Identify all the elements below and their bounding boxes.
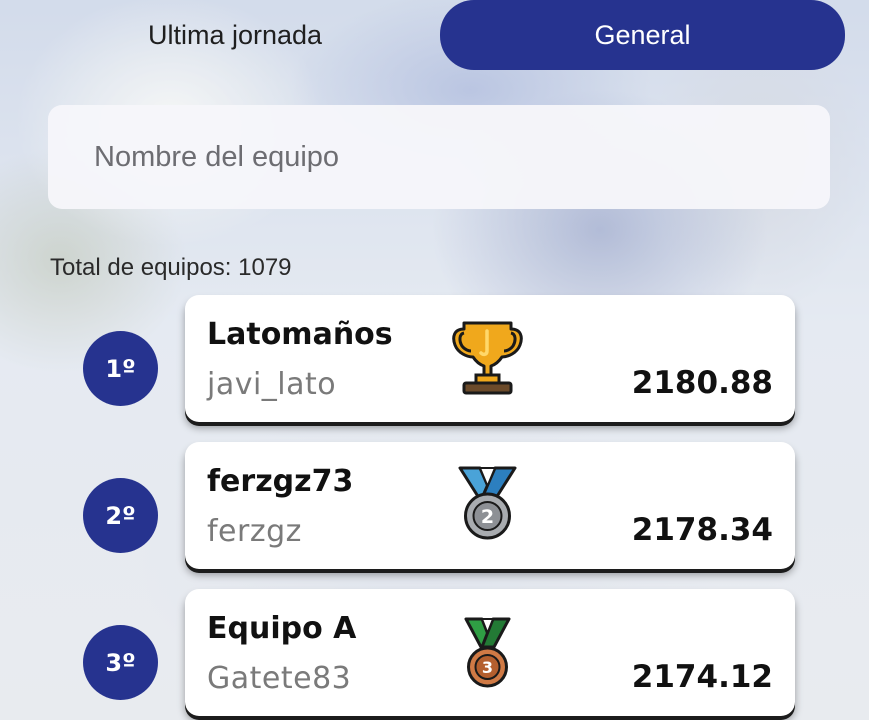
team-points: 2180.88	[631, 365, 773, 401]
team-card[interactable]: ferzgz73 ferzgz 2 2178.34	[185, 442, 795, 569]
user-name: ferzgz	[207, 514, 302, 549]
silver-medal-icon: 2	[450, 464, 525, 544]
rank-badge: 1º	[83, 331, 158, 406]
team-points: 2178.34	[631, 512, 773, 548]
rank-badge: 3º	[83, 625, 158, 700]
team-name: Equipo A	[207, 611, 357, 646]
team-name: ferzgz73	[207, 464, 354, 499]
tab-bar: Ultima jornada General	[0, 0, 869, 72]
team-card[interactable]: Latomaños javi_lato 2180.88	[185, 295, 795, 422]
tab-general[interactable]: General	[440, 0, 845, 70]
team-points: 2174.12	[631, 659, 773, 695]
team-card[interactable]: Equipo A Gatete83 3 2174.12	[185, 589, 795, 716]
ranking-row: 3º Equipo A Gatete83 3 2174.12	[0, 589, 869, 719]
team-name: Latomaños	[207, 317, 393, 352]
trophy-icon	[450, 317, 525, 397]
user-name: javi_lato	[207, 367, 337, 402]
total-teams-label: Total de equipos: 1079	[50, 254, 292, 281]
search-input[interactable]	[92, 139, 776, 175]
ranking-row: 2º ferzgz73 ferzgz 2 2178.34	[0, 442, 869, 572]
svg-text:2: 2	[481, 506, 494, 528]
search-box	[48, 105, 830, 209]
rank-badge: 2º	[83, 478, 158, 553]
bronze-medal-icon: 3	[450, 611, 525, 691]
svg-text:3: 3	[482, 658, 493, 677]
tab-ultima-jornada[interactable]: Ultima jornada	[40, 0, 430, 70]
ranking-row: 1º Latomaños javi_lato 2180.88	[0, 295, 869, 425]
user-name: Gatete83	[207, 661, 352, 696]
